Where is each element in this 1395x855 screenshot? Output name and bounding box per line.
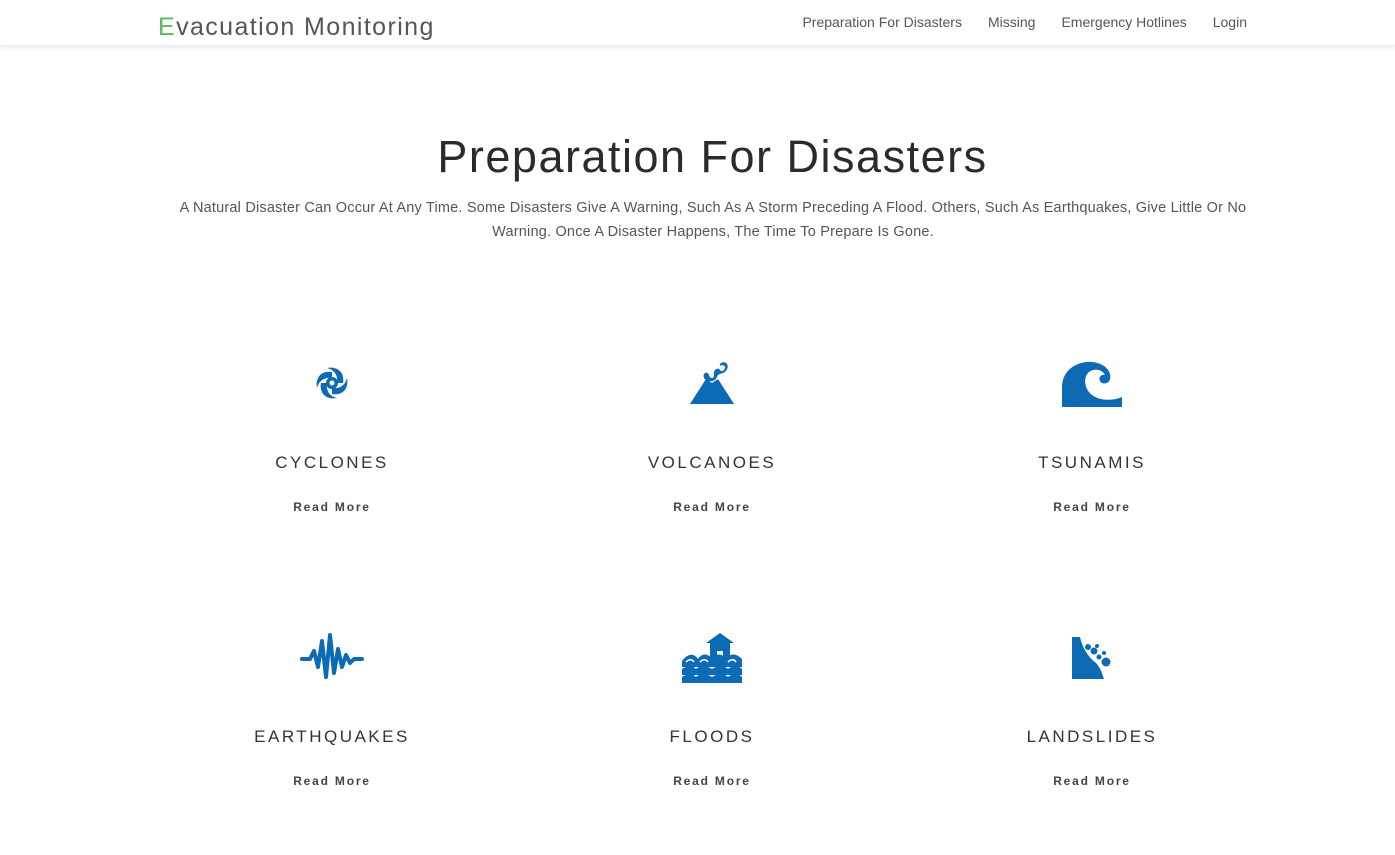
- nav-link-login[interactable]: Login: [1200, 13, 1260, 31]
- flood-icon: [522, 622, 902, 692]
- page-title: Preparation For Disasters: [437, 131, 988, 182]
- read-more-link[interactable]: Read More: [142, 773, 522, 789]
- read-more-link[interactable]: Read More: [902, 499, 1282, 515]
- card-title: VOLCANOES: [647, 453, 777, 472]
- nav-links: Preparation For Disasters Missing Emerge…: [789, 13, 1260, 31]
- cyclone-icon: [142, 348, 522, 418]
- nav-link-emergency-hotlines[interactable]: Emergency Hotlines: [1048, 13, 1199, 31]
- brand-logo[interactable]: Evacuation Monitoring: [158, 12, 435, 42]
- read-more-link[interactable]: Read More: [522, 499, 902, 515]
- read-more-link[interactable]: Read More: [142, 499, 522, 515]
- card-title: TSUNAMIS: [1038, 453, 1146, 472]
- navbar: Evacuation Monitoring Preparation For Di…: [0, 0, 1395, 46]
- nav-link-missing[interactable]: Missing: [975, 13, 1048, 31]
- earthquake-icon: [142, 622, 522, 692]
- brand-text: vacuation Monitoring: [176, 13, 435, 41]
- read-more-link[interactable]: Read More: [902, 773, 1282, 789]
- card-title: CYCLONES: [275, 453, 389, 472]
- card-title: FLOODS: [669, 727, 755, 746]
- card-title: LANDSLIDES: [1026, 727, 1158, 746]
- read-more-link[interactable]: Read More: [522, 773, 902, 789]
- page-description: A Natural Disaster Can Occur At Any Time…: [179, 200, 1247, 240]
- nav-link-preparation[interactable]: Preparation For Disasters: [789, 13, 975, 31]
- landslide-icon: [902, 622, 1282, 692]
- brand-initial: E: [158, 13, 177, 41]
- tsunami-icon: [902, 348, 1282, 418]
- card-title: EARTHQUAKES: [254, 727, 410, 746]
- volcano-icon: [522, 348, 902, 418]
